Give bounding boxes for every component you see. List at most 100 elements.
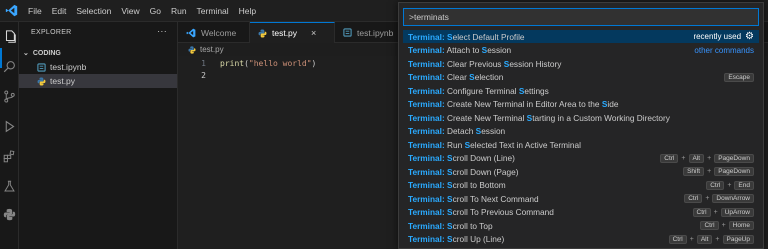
command-palette-input[interactable] <box>403 8 759 26</box>
command-category: Terminal: <box>408 58 445 69</box>
command-label-text: tarting in a Custom Working Directory <box>532 112 670 123</box>
command-category: Terminal: <box>408 153 445 163</box>
menu-file[interactable]: File <box>23 0 47 22</box>
keybinding-separator: + <box>681 154 686 162</box>
command-category: Terminal: <box>408 112 445 123</box>
breadcrumb[interactable]: test.py <box>178 43 224 56</box>
menu-view[interactable]: View <box>116 0 144 22</box>
command-category: Terminal: <box>408 207 445 217</box>
token-paren-close: ) <box>311 58 317 68</box>
menu-edit[interactable]: Edit <box>47 0 72 22</box>
command-label-text: Create New Terminal <box>444 112 527 123</box>
gear-icon[interactable]: ⚙ <box>745 31 754 42</box>
command-label-text: Create New Terminal in Editor Area to th… <box>444 99 602 109</box>
command-result-item[interactable]: Terminal: Scroll to Top Ctrl + Home <box>403 219 759 232</box>
command-label-text: croll To Next Command <box>452 193 539 204</box>
tab-welcome[interactable]: Welcome <box>178 22 250 43</box>
explorer-sidebar: EXPLORER ··· ⌄ CODING test.ipynb test.py <box>19 22 178 249</box>
recently-used-label: recently used <box>693 32 742 41</box>
command-category: Terminal: <box>408 220 445 231</box>
command-result-item[interactable]: Terminal: Scroll Down (Page) Shift + PageDo… <box>403 165 759 178</box>
breadcrumb-file: test.py <box>200 45 224 54</box>
command-label-text: ide <box>607 99 619 109</box>
command-result-meta: Ctrl + End <box>706 179 754 192</box>
keybinding-separator: + <box>689 235 694 243</box>
keybinding-key: End <box>734 180 754 190</box>
keybinding-separator: + <box>705 195 710 202</box>
command-label-text: Run <box>444 139 465 150</box>
file-test-py[interactable]: test.py <box>19 74 177 88</box>
command-label-text: Detach <box>444 126 476 136</box>
command-result-meta: Escape <box>724 71 754 84</box>
keybinding-key: PageDown <box>714 167 754 176</box>
command-result-item[interactable]: Terminal: Configure Terminal Settings <box>403 84 759 97</box>
close-icon[interactable]: × <box>311 28 316 38</box>
command-result-item[interactable]: Terminal: Scroll to Bottom Ctrl + End <box>403 179 759 192</box>
keybinding-separator: + <box>713 208 718 216</box>
source-control-icon[interactable] <box>1 88 18 105</box>
command-result-item[interactable]: Terminal: Create New Terminal in Editor … <box>403 98 759 111</box>
python-icon[interactable] <box>1 206 18 223</box>
command-result-meta: Ctrl + UpArrow <box>692 206 754 219</box>
keybinding-separator: + <box>721 222 726 229</box>
command-result-item[interactable]: Terminal: Scroll Down (Line) Ctrl + Alt + Pag… <box>403 152 759 165</box>
menu-help[interactable]: Help <box>234 0 261 22</box>
command-result-meta: recently used ⚙ <box>693 30 754 43</box>
keybinding-key: Home <box>728 221 754 230</box>
command-result-item[interactable]: Terminal: Select Default Profile recently… <box>403 30 759 43</box>
keybinding-key: Shift <box>683 167 705 176</box>
command-label-text: Clear Previous <box>444 58 504 69</box>
menu-terminal[interactable]: Terminal <box>192 0 234 22</box>
keybinding-key: Ctrl <box>706 180 725 190</box>
command-category: Terminal: <box>408 85 445 96</box>
keybinding-separator: + <box>727 181 732 189</box>
python-file-icon <box>258 28 267 38</box>
command-result-item[interactable]: Terminal: Scroll To Previous Command Ctrl… <box>403 206 759 219</box>
keybinding-key: PageUp <box>722 234 754 244</box>
command-result-meta: Ctrl + Alt + PageUp <box>668 233 754 246</box>
vscode-logo-icon <box>3 3 19 19</box>
run-debug-icon[interactable] <box>1 118 18 135</box>
menu-run[interactable]: Run <box>166 0 192 22</box>
keybinding-key: Ctrl <box>660 153 679 163</box>
command-result-item[interactable]: Terminal: Detach Session <box>403 125 759 138</box>
command-label-text: croll Up (Line) <box>452 234 505 244</box>
explorer-icon[interactable] <box>1 28 18 45</box>
search-icon[interactable] <box>1 58 18 75</box>
tab-test-py[interactable]: test.py × <box>250 22 335 43</box>
command-result-item[interactable]: Terminal: Attach to Session other command… <box>403 44 759 57</box>
command-label-text: ettings <box>524 85 549 96</box>
command-category: Terminal: <box>408 45 445 55</box>
command-result-meta: Ctrl + Alt + PageDown <box>660 152 754 165</box>
code-line: 2 <box>178 69 206 81</box>
activity-bar <box>0 22 19 249</box>
command-label-text: ession <box>481 126 506 136</box>
command-result-item[interactable]: Terminal: Clear Previous Session History <box>403 57 759 70</box>
command-label-text: elected Text in Active Terminal <box>470 139 581 150</box>
command-result-item[interactable]: Terminal: Run Selected Text in Active Te… <box>403 138 759 151</box>
explorer-header: EXPLORER ··· <box>19 22 177 42</box>
keybinding-separator: + <box>707 168 712 175</box>
file-test-ipynb[interactable]: test.ipynb <box>19 60 177 74</box>
extensions-icon[interactable] <box>1 148 18 165</box>
command-result-item[interactable]: Terminal: Create New Terminal Starting i… <box>403 111 759 124</box>
tab-label: test.ipynb <box>357 27 394 38</box>
file-label: test.py <box>50 76 76 86</box>
command-category: Terminal: <box>408 99 445 109</box>
folder-label: CODING <box>32 49 61 57</box>
menu-go[interactable]: Go <box>145 0 166 22</box>
command-result-item[interactable]: Terminal: Scroll Up (Line) Ctrl + Alt + PageU… <box>403 233 759 246</box>
command-result-item[interactable]: Terminal: Scroll To Next Command Ctrl + Dow… <box>403 192 759 205</box>
tab-label: Welcome <box>201 27 237 38</box>
menu-selection[interactable]: Selection <box>71 0 116 22</box>
command-result-item[interactable]: Terminal: Clear Selection Escape <box>403 71 759 84</box>
command-label-text: Attach to <box>444 45 482 55</box>
command-label-text: Clear <box>444 72 470 82</box>
keybinding-separator: + <box>715 235 720 243</box>
command-result-meta: Shift + PageDown <box>683 165 754 178</box>
more-actions-icon[interactable]: ··· <box>157 26 167 36</box>
testing-icon[interactable] <box>1 178 18 195</box>
workspace-folder-coding[interactable]: ⌄ CODING <box>19 46 177 60</box>
command-label-text: croll To Previous Command <box>452 207 554 217</box>
notebook-icon <box>343 28 352 37</box>
